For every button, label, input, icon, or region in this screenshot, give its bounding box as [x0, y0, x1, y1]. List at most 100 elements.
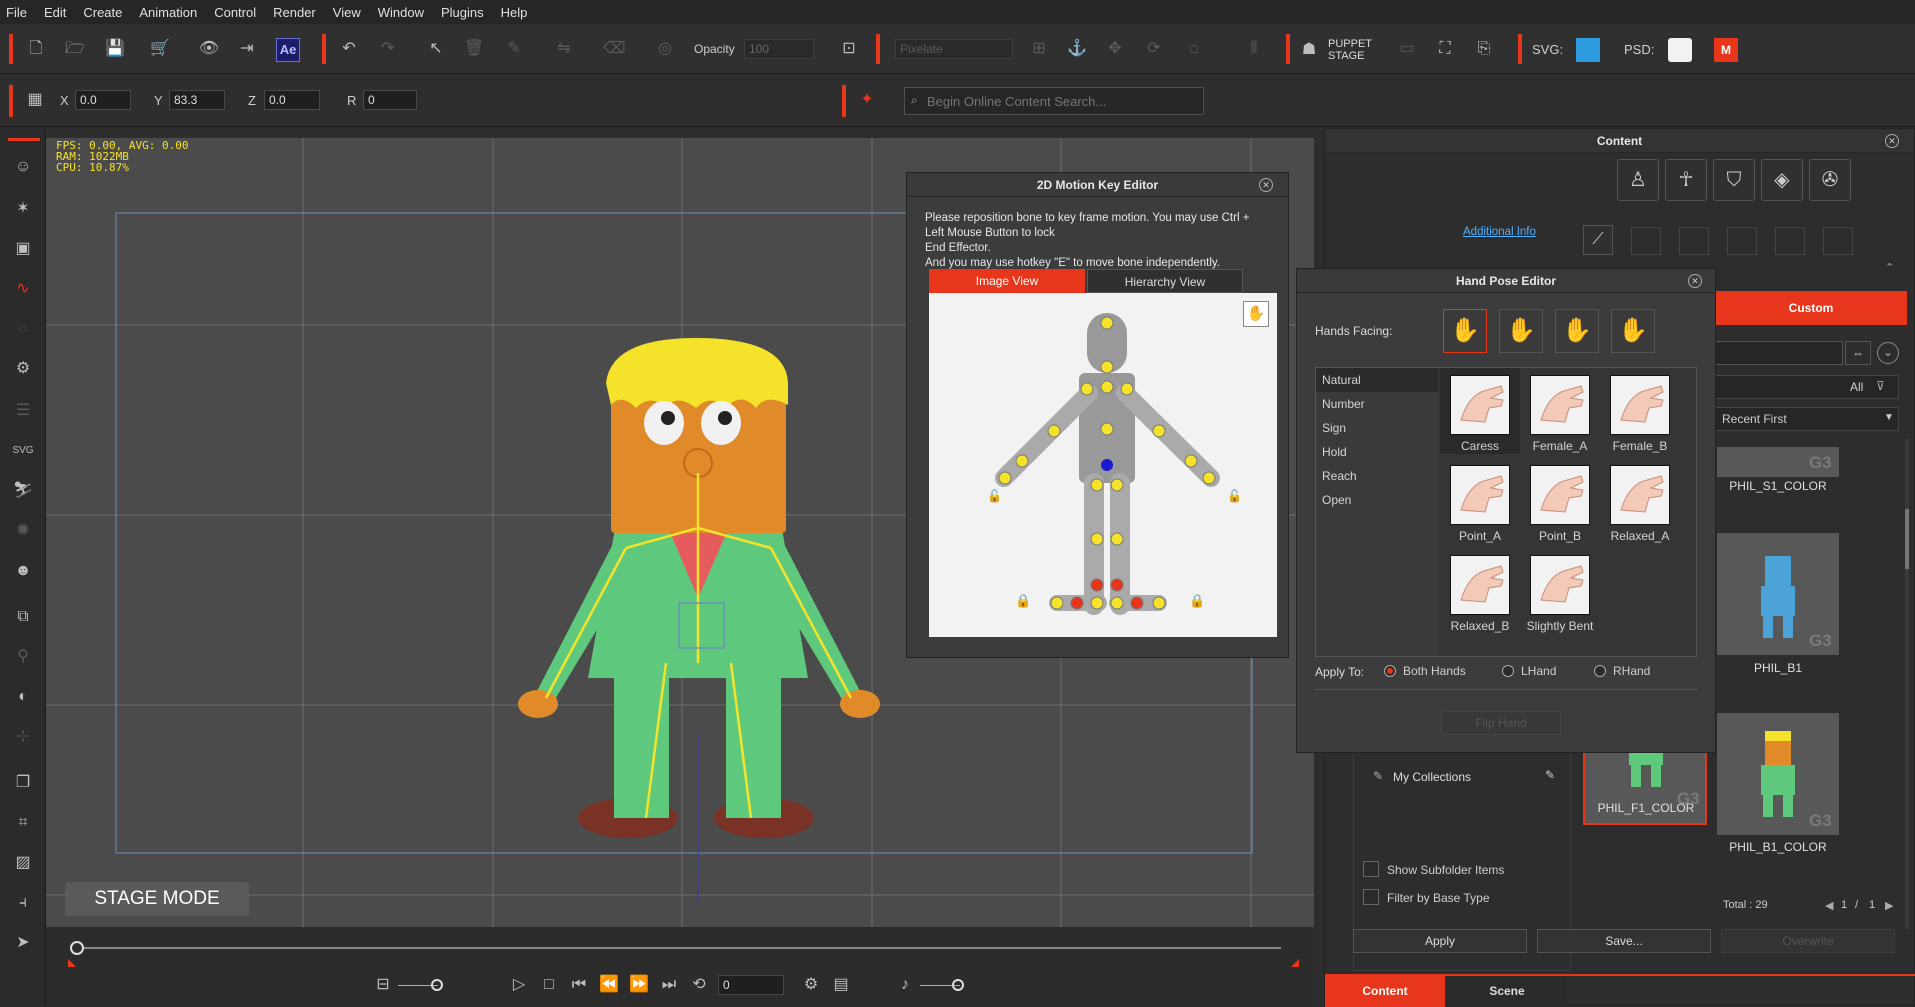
content-scrollbar-thumb[interactable]: [1905, 509, 1909, 569]
menu-create[interactable]: Create: [83, 5, 122, 20]
search-box[interactable]: ⌕: [904, 87, 1204, 115]
empty-slot[interactable]: [1631, 227, 1661, 255]
category-natural[interactable]: Natural: [1316, 368, 1438, 392]
speed-slider-handle[interactable]: [431, 979, 443, 991]
hatch-icon[interactable]: ▨: [12, 852, 34, 874]
undo-icon[interactable]: ↶: [338, 38, 360, 60]
spring-icon[interactable]: ✺: [12, 520, 34, 542]
rotate-icon[interactable]: ⟳: [1143, 38, 1165, 60]
stairs-icon[interactable]: ⫞: [12, 892, 34, 914]
open-folder-icon[interactable]: 🗁: [64, 38, 86, 60]
facing-option-2-icon[interactable]: ✋: [1499, 309, 1543, 353]
face-icon[interactable]: ◌: [12, 318, 34, 340]
motion-icon[interactable]: ∿: [12, 278, 34, 300]
lock-open-icon[interactable]: 🔓: [987, 489, 1002, 503]
opacity-field[interactable]: 100: [744, 39, 814, 59]
prop-icon[interactable]: ◈: [1761, 159, 1803, 201]
content-close-icon[interactable]: ✕: [1885, 134, 1899, 148]
settings-icon[interactable]: ⚙: [800, 974, 822, 996]
menu-view[interactable]: View: [333, 5, 361, 20]
lhand-radio[interactable]: [1502, 665, 1514, 677]
collapse-chevron-icon[interactable]: ⌃: [1885, 261, 1894, 274]
grid-icon[interactable]: ▦: [24, 89, 46, 111]
m-app-icon[interactable]: M: [1714, 38, 1738, 62]
hand-pose-close-icon[interactable]: ✕: [1688, 274, 1702, 288]
svg-app-icon[interactable]: [1576, 38, 1600, 62]
camera-icon[interactable]: ◐: [12, 686, 34, 708]
swap-icon[interactable]: ⇔: [1845, 341, 1871, 365]
walk-icon[interactable]: ⚲: [12, 646, 34, 668]
crop-icon[interactable]: ⊡: [838, 38, 860, 60]
additional-info-link[interactable]: Additional Info: [1463, 226, 1536, 238]
loop-icon[interactable]: ⟲: [688, 974, 710, 996]
pose-thumb-female-a[interactable]: [1530, 375, 1590, 435]
scene-bottom-tab[interactable]: Scene: [1447, 976, 1567, 1007]
pose-thumb-point-b[interactable]: [1530, 465, 1590, 525]
empty-slot[interactable]: [1823, 227, 1853, 255]
custom-tab[interactable]: Custom: [1715, 291, 1907, 325]
timeline-track[interactable]: [76, 947, 1281, 949]
psd-app-icon[interactable]: [1668, 38, 1692, 62]
menu-window[interactable]: Window: [378, 5, 424, 20]
export-frame-icon[interactable]: ⎘: [1473, 38, 1495, 60]
erase-icon[interactable]: ⌫: [603, 38, 626, 60]
layer-tool-icon[interactable]: ⧉: [12, 606, 34, 628]
lock-closed-icon[interactable]: 🔒: [1189, 593, 1205, 609]
delete-icon[interactable]: 🗑: [463, 38, 485, 60]
stage-icon[interactable]: ⛉: [1713, 159, 1755, 201]
lock-closed-icon[interactable]: 🔒: [1015, 593, 1031, 609]
save-button[interactable]: Save...: [1537, 929, 1711, 953]
menu-file[interactable]: File: [6, 5, 27, 20]
tab-image-view[interactable]: Image View: [929, 269, 1085, 293]
film-icon[interactable]: ✇: [1809, 159, 1851, 201]
brush-icon[interactable]: ⟋: [1583, 225, 1613, 255]
character-icon[interactable]: ☺: [12, 156, 34, 178]
empty-slot[interactable]: [1727, 227, 1757, 255]
content-card[interactable]: G3: [1717, 447, 1839, 477]
content-search-logo-icon[interactable]: ✦: [856, 89, 878, 111]
head-icon[interactable]: ☻: [12, 560, 34, 582]
page-prev-icon[interactable]: ◀: [1825, 899, 1833, 912]
content-card[interactable]: G3: [1717, 713, 1839, 835]
redo-icon[interactable]: ↷: [377, 38, 399, 60]
new-file-icon[interactable]: 🗋: [25, 38, 47, 60]
preview-icon[interactable]: 👁: [198, 38, 220, 60]
filter-base-checkbox[interactable]: [1363, 889, 1379, 905]
frame-field[interactable]: 0: [718, 975, 784, 995]
menu-help[interactable]: Help: [501, 5, 528, 20]
fullscreen-icon[interactable]: ⛶: [1434, 38, 1456, 60]
bone-icon[interactable]: ✶: [12, 198, 34, 220]
frame-icon[interactable]: ⊹: [12, 726, 34, 748]
content-card[interactable]: G3: [1717, 533, 1839, 655]
menu-render[interactable]: Render: [273, 5, 316, 20]
play-icon[interactable]: ▷: [508, 974, 530, 996]
facing-option-3-icon[interactable]: ✋: [1555, 309, 1599, 353]
pose-thumb-point-a[interactable]: [1450, 465, 1510, 525]
both-hands-radio[interactable]: [1384, 665, 1396, 677]
after-effects-button[interactable]: Ae: [276, 38, 300, 62]
next-key-icon[interactable]: ⏩: [628, 974, 650, 996]
store-icon[interactable]: 🛒: [149, 38, 171, 60]
rhand-radio[interactable]: [1594, 665, 1606, 677]
sort-select[interactable]: Recent First ▼: [1715, 407, 1899, 431]
pose-thumb-relaxed-b[interactable]: [1450, 555, 1510, 615]
pose-thumb-caress[interactable]: [1450, 375, 1510, 435]
bone-image-view[interactable]: 🔓 🔓 🔒 🔒 ✋: [929, 293, 1277, 637]
facing-option-1-icon[interactable]: ✋: [1443, 309, 1487, 353]
tool-icon[interactable]: ⊞: [1028, 38, 1050, 60]
export-icon[interactable]: ⇥: [236, 38, 258, 60]
puppet-tool-icon[interactable]: ⚙: [12, 358, 34, 380]
dropdown-circle-icon[interactable]: ⌄: [1877, 342, 1899, 364]
page-next-icon[interactable]: ▶: [1885, 899, 1893, 912]
pose-thumb-relaxed-a[interactable]: [1610, 465, 1670, 525]
menu-plugins[interactable]: Plugins: [441, 5, 484, 20]
paint-icon[interactable]: ✎: [503, 38, 525, 60]
select-icon[interactable]: ↖: [425, 38, 447, 60]
category-open[interactable]: Open: [1316, 488, 1438, 512]
puppet-stage-button[interactable]: ☗ PUPPET STAGE: [1298, 36, 1373, 64]
tab-hierarchy-view[interactable]: Hierarchy View: [1087, 269, 1243, 293]
svg-tool-icon[interactable]: SVG: [12, 440, 34, 462]
send-icon[interactable]: ➤: [12, 932, 34, 954]
volume-slider-handle[interactable]: [952, 979, 964, 991]
lock-open-icon[interactable]: 🔓: [1227, 489, 1242, 503]
